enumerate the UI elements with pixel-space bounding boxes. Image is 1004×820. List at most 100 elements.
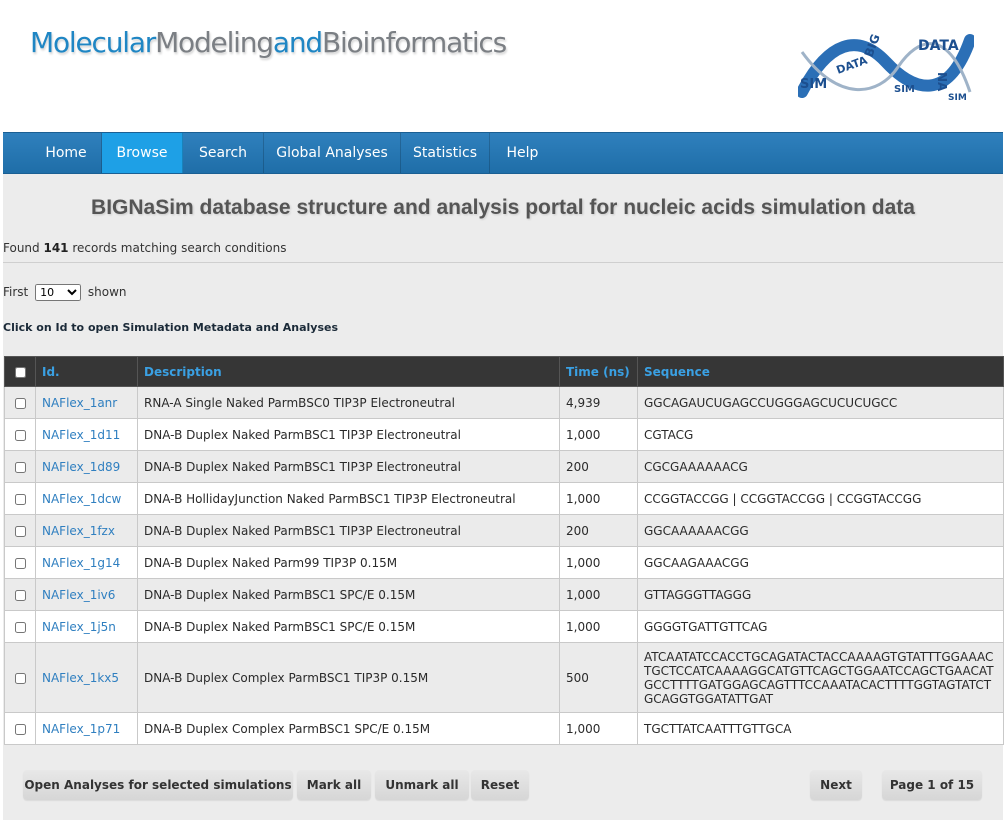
nav-global-analyses[interactable]: Global Analyses xyxy=(264,133,401,173)
cell-sequence: GGCAAGAAACGG xyxy=(637,546,1004,579)
nav-statistics[interactable]: Statistics xyxy=(401,133,490,173)
cell-sequence: GGGGTGATTGTTCAG xyxy=(637,610,1004,643)
unmark-all-button[interactable]: Unmark all xyxy=(375,770,469,800)
open-analyses-button[interactable]: Open Analyses for selected simulations xyxy=(23,770,293,800)
cell-sequence: GGCAAAAAACGG xyxy=(637,514,1004,547)
svg-text:SIM: SIM xyxy=(800,77,827,92)
table-row: NAFlex_1dcw DNA-B HollidayJunction Naked… xyxy=(4,482,1004,515)
nav-search[interactable]: Search xyxy=(183,133,264,173)
row-checkbox[interactable] xyxy=(14,672,26,684)
cell-description: DNA-B Duplex Naked ParmBSC1 SPC/E 0.15M xyxy=(137,578,560,611)
cell-description: DNA-B Duplex Complex ParmBSC1 TIP3P 0.15… xyxy=(137,642,560,713)
divider xyxy=(3,262,1003,263)
cell-id: NAFlex_1fzx xyxy=(35,514,138,547)
cell-description: DNA-B Duplex Naked ParmBSC1 TIP3P Electr… xyxy=(137,450,560,483)
simulation-id-link[interactable]: NAFlex_1p71 xyxy=(42,722,120,736)
main-nav: Home Browse Search Global Analyses Stati… xyxy=(3,132,1003,174)
row-checkbox[interactable] xyxy=(14,461,26,473)
cell-id: NAFlex_1anr xyxy=(35,386,138,419)
cell-time: 200 xyxy=(559,514,638,547)
results-table: Id. Description Time (ns) Sequence NAFle… xyxy=(4,356,1004,745)
simulation-id-link[interactable]: NAFlex_1g14 xyxy=(42,556,120,570)
header-id[interactable]: Id. xyxy=(35,356,138,387)
cell-id: NAFlex_1d89 xyxy=(35,450,138,483)
results-count: Found 141 records matching search condit… xyxy=(3,241,287,255)
brand-word-2: Modeling xyxy=(155,26,274,59)
table-row: NAFlex_1j5n DNA-B Duplex Naked ParmBSC1 … xyxy=(4,610,1004,643)
svg-text:SIM: SIM xyxy=(948,93,967,103)
simulation-id-link[interactable]: NAFlex_1dcw xyxy=(42,492,121,506)
found-suffix: records matching search conditions xyxy=(72,241,287,255)
cell-time: 1,000 xyxy=(559,546,638,579)
next-page-button[interactable]: Next xyxy=(810,770,862,800)
cell-id: NAFlex_1kx5 xyxy=(35,642,138,713)
table-row: NAFlex_1iv6 DNA-B Duplex Naked ParmBSC1 … xyxy=(4,578,1004,611)
cell-time: 4,939 xyxy=(559,386,638,419)
table-row: NAFlex_1p71 DNA-B Duplex Complex ParmBSC… xyxy=(4,712,1004,745)
page-size-select[interactable]: 10 xyxy=(35,284,82,301)
row-select xyxy=(4,450,36,483)
row-select xyxy=(4,482,36,515)
reset-button[interactable]: Reset xyxy=(471,770,529,800)
table-row: NAFlex_1kx5 DNA-B Duplex Complex ParmBSC… xyxy=(4,642,1004,713)
nav-help[interactable]: Help xyxy=(490,133,555,173)
row-select xyxy=(4,514,36,547)
simulation-id-link[interactable]: NAFlex_1j5n xyxy=(42,620,116,634)
svg-text:DATA: DATA xyxy=(918,38,959,54)
cell-id: NAFlex_1d11 xyxy=(35,418,138,451)
select-all-checkbox[interactable] xyxy=(14,366,26,378)
cell-sequence: ATCAATATCCACCTGCAGATACTACCAAAAGTGTATTTGG… xyxy=(637,642,1004,713)
row-checkbox[interactable] xyxy=(14,397,26,409)
nav-browse[interactable]: Browse xyxy=(102,133,183,173)
cell-sequence: TGCTTATCAATTTGTTGCA xyxy=(637,712,1004,745)
table-header-row: Id. Description Time (ns) Sequence xyxy=(4,356,1004,387)
cell-sequence: CGCGAAAAAACG xyxy=(637,450,1004,483)
cell-sequence: CCGGTACCGG | CCGGTACCGG | CCGGTACCGG xyxy=(637,482,1004,515)
row-select xyxy=(4,642,36,713)
cell-sequence: GGCAGAUCUGAGCCUGGGAGCUCUCUGCC xyxy=(637,386,1004,419)
cell-sequence: CGTACG xyxy=(637,418,1004,451)
row-checkbox[interactable] xyxy=(14,621,26,633)
row-checkbox[interactable] xyxy=(14,589,26,601)
row-checkbox[interactable] xyxy=(14,493,26,505)
site-brand[interactable]: MolecularModelingandBioinformatics xyxy=(30,26,507,59)
brand-word-3: and xyxy=(272,26,323,59)
table-row: NAFlex_1anr RNA-A Single Naked ParmBSC0 … xyxy=(4,386,1004,419)
simulation-id-link[interactable]: NAFlex_1iv6 xyxy=(42,588,115,602)
row-checkbox[interactable] xyxy=(14,429,26,441)
brand-word-1: Molecular xyxy=(30,26,156,59)
row-checkbox[interactable] xyxy=(14,525,26,537)
found-count: 141 xyxy=(43,241,69,255)
svg-text:SIM: SIM xyxy=(894,84,915,95)
found-prefix: Found xyxy=(3,241,40,255)
nav-home[interactable]: Home xyxy=(31,133,102,173)
cell-description: DNA-B Duplex Naked ParmBSC1 TIP3P Electr… xyxy=(137,514,560,547)
header-description[interactable]: Description xyxy=(137,356,560,387)
table-row: NAFlex_1g14 DNA-B Duplex Naked Parm99 TI… xyxy=(4,546,1004,579)
cell-description: DNA-B Duplex Complex ParmBSC1 SPC/E 0.15… xyxy=(137,712,560,745)
row-checkbox[interactable] xyxy=(14,557,26,569)
row-checkbox[interactable] xyxy=(14,723,26,735)
bignasim-logo-icon[interactable]: SIM DATA BIG DATA NA SIM SIM xyxy=(798,22,974,108)
cell-time: 1,000 xyxy=(559,578,638,611)
first-label: First xyxy=(3,285,29,299)
cell-id: NAFlex_1iv6 xyxy=(35,578,138,611)
simulation-id-link[interactable]: NAFlex_1kx5 xyxy=(42,671,119,685)
simulation-id-link[interactable]: NAFlex_1d89 xyxy=(42,460,120,474)
simulation-id-link[interactable]: NAFlex_1d11 xyxy=(42,428,120,442)
row-select xyxy=(4,610,36,643)
cell-time: 200 xyxy=(559,450,638,483)
cell-description: DNA-B Duplex Naked ParmBSC1 TIP3P Electr… xyxy=(137,418,560,451)
header-sequence[interactable]: Sequence xyxy=(637,356,1004,387)
header-time[interactable]: Time (ns) xyxy=(559,356,638,387)
cell-id: NAFlex_1j5n xyxy=(35,610,138,643)
table-row: NAFlex_1fzx DNA-B Duplex Naked ParmBSC1 … xyxy=(4,514,1004,547)
cell-time: 500 xyxy=(559,642,638,713)
page-indicator: Page 1 of 15 xyxy=(882,770,982,800)
table-row: NAFlex_1d89 DNA-B Duplex Naked ParmBSC1 … xyxy=(4,450,1004,483)
brand-word-4: Bioinformatics xyxy=(321,26,507,59)
simulation-id-link[interactable]: NAFlex_1anr xyxy=(42,396,117,410)
mark-all-button[interactable]: Mark all xyxy=(297,770,371,800)
cell-id: NAFlex_1p71 xyxy=(35,712,138,745)
simulation-id-link[interactable]: NAFlex_1fzx xyxy=(42,524,115,538)
